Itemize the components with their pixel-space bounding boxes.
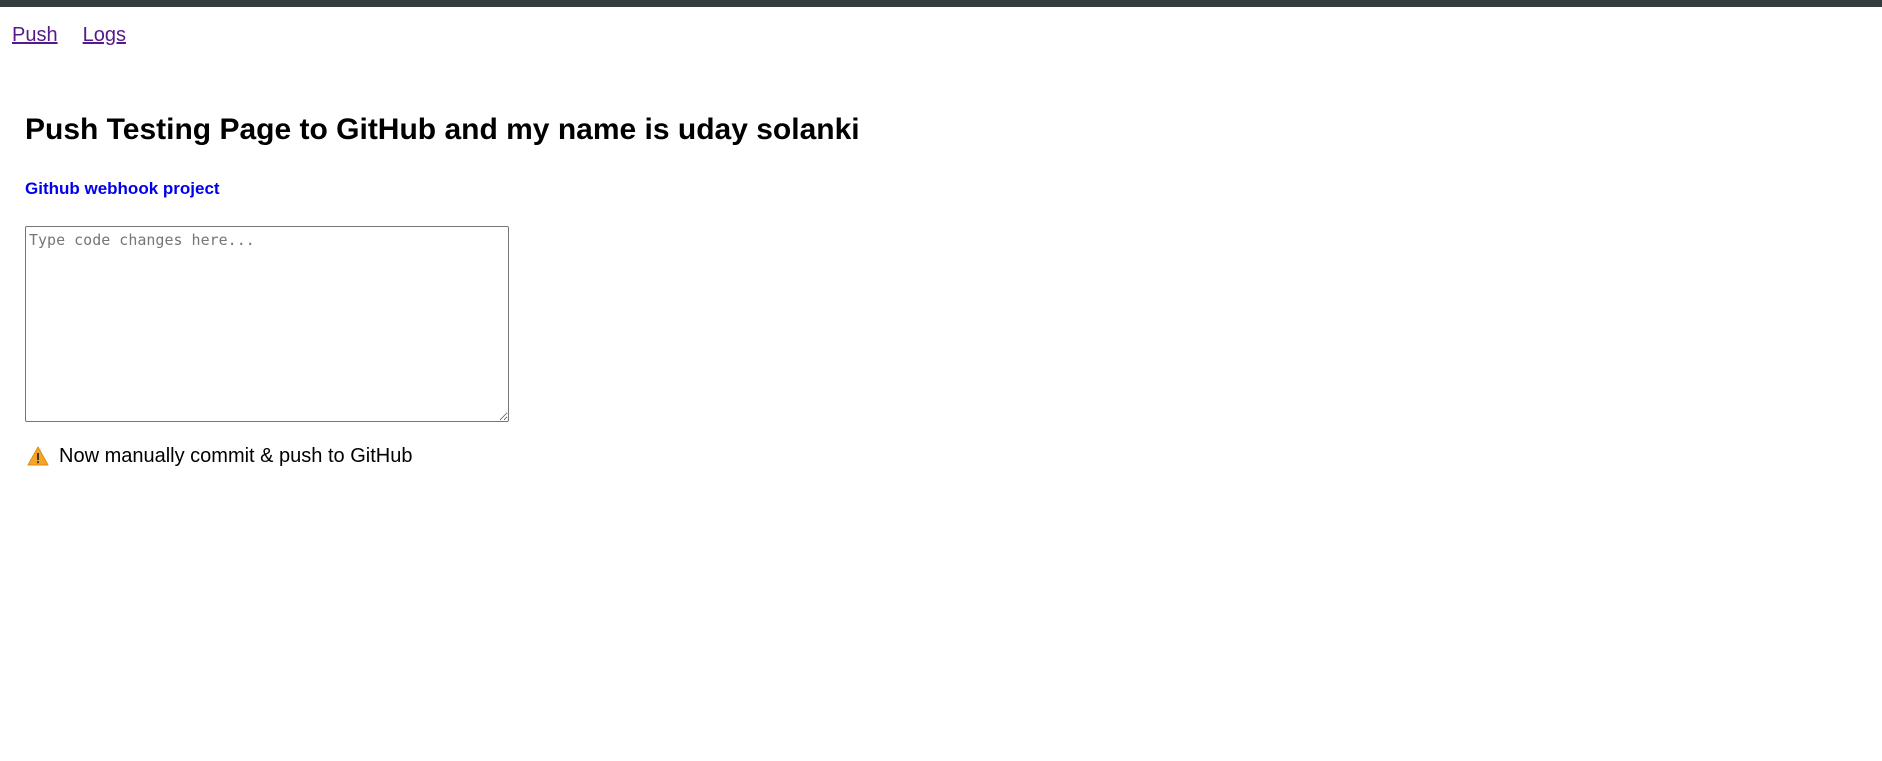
notice-text: Now manually commit & push to GitHub [59,444,413,467]
nav-link-push[interactable]: Push [12,24,58,47]
top-nav: Push Logs [12,22,151,48]
code-changes-input[interactable] [25,226,509,422]
top-bar [0,0,1882,7]
page-title: Push Testing Page to GitHub and my name … [25,113,860,146]
push-notice: Now manually commit & push to GitHub [27,444,412,468]
nav-link-logs[interactable]: Logs [83,24,126,47]
warning-icon [27,446,49,466]
project-link[interactable]: Github webhook project [25,178,220,200]
